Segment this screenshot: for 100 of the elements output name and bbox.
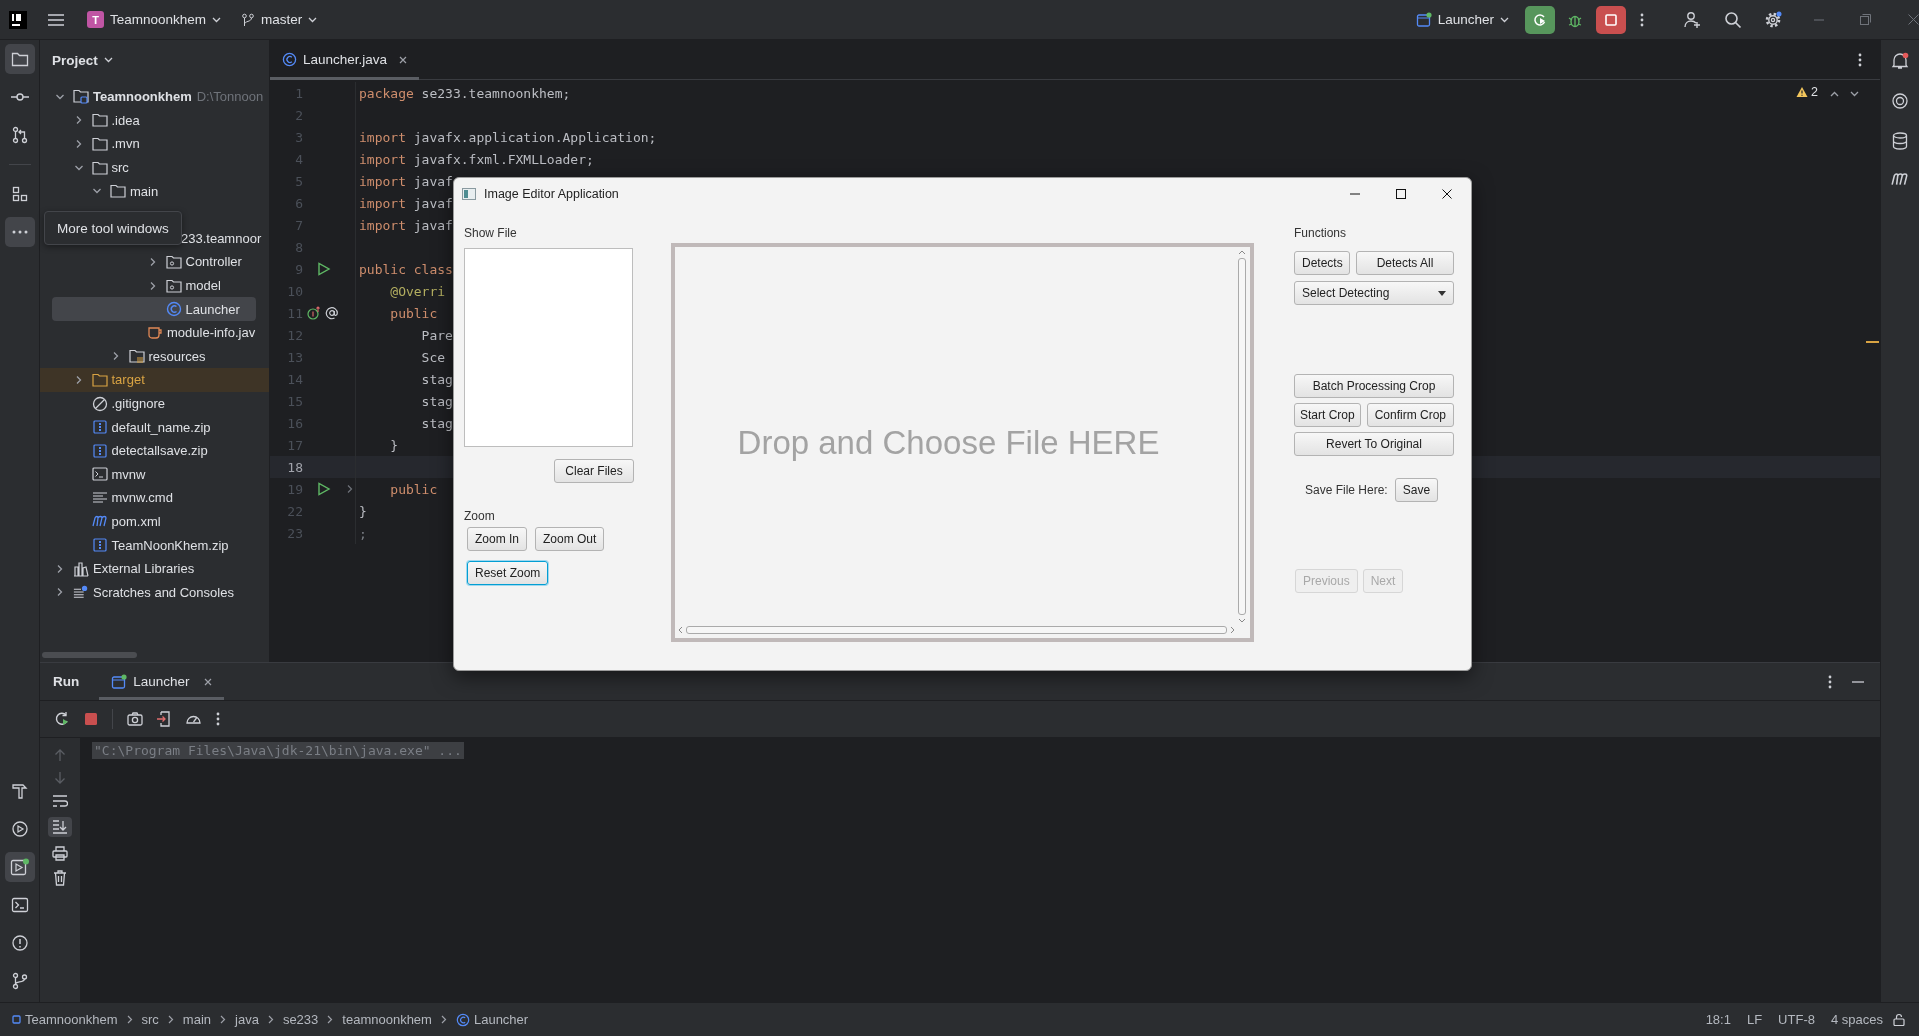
app-logo-icon[interactable] [9,10,27,29]
tree-item[interactable]: mvnw.cmd [52,486,256,510]
tree-item[interactable]: main [52,179,256,203]
play-icon[interactable] [317,262,331,276]
lock-icon[interactable] [1893,1013,1905,1026]
at-sign-icon[interactable] [325,306,339,320]
play-icon[interactable] [317,482,331,496]
chevron-up-icon[interactable] [1830,91,1839,97]
caret-down-icon[interactable] [1238,618,1246,624]
batch-crop-button[interactable]: Batch Processing Crop [1294,374,1454,398]
scrollbar-thumb[interactable] [42,652,137,658]
tree-item[interactable]: Scratches and Consoles [52,580,256,605]
tree-label: mvnw [111,466,146,482]
tree-item[interactable]: target [40,368,269,392]
search-icon[interactable] [1724,10,1742,29]
override-icon[interactable] [307,306,321,320]
project-widget[interactable]: T Teamnoonkhem [87,5,222,34]
tree-item[interactable]: .mvn [52,132,256,156]
database-icon[interactable] [1892,132,1908,150]
clear-files-button[interactable]: Clear Files [554,459,634,483]
code-line: import javaf [358,217,453,233]
wrap-icon[interactable] [52,794,68,808]
tree-item[interactable]: resources [52,344,256,369]
detects-button[interactable]: Detects [1294,251,1350,275]
chevron-icon[interactable] [55,563,65,574]
add-user-icon[interactable] [1684,10,1702,29]
more-tool-button[interactable] [4,217,35,247]
status-item[interactable]: 18:1 [1705,1012,1731,1027]
scroll-to-end-button[interactable] [48,817,72,837]
breadcrumb[interactable]: se233 [282,1012,319,1027]
branch-widget[interactable]: master [241,5,318,34]
more-icon[interactable] [216,712,220,726]
spiral-icon[interactable] [1891,92,1909,110]
breadcrumb[interactable]: src [141,1012,159,1027]
tree-item[interactable]: TeamNoonKhem.zip [52,533,256,557]
revert-button[interactable]: Revert To Original [1294,432,1454,456]
warning-counter[interactable]: 2 [1796,85,1818,99]
close-icon[interactable] [399,55,408,64]
tree-item[interactable]: .gitignore [52,391,256,416]
more-icon[interactable] [1858,52,1862,67]
maximize-icon[interactable] [1396,189,1406,199]
stop-icon[interactable] [84,712,98,726]
tree-item[interactable]: detectallsave.zip [52,438,256,463]
trash-icon[interactable] [53,870,67,886]
run-config-selector[interactable]: Launcher [1415,5,1509,34]
tree-item[interactable]: .idea [52,108,256,133]
reset-zoom-button[interactable]: Reset Zoom [467,561,549,585]
status-item[interactable]: UTF-8 [1778,1012,1815,1027]
tree-item[interactable]: External Libraries [52,556,256,581]
settings-icon[interactable] [1764,10,1782,29]
caret-left-icon[interactable] [677,626,683,634]
exit-icon[interactable] [157,711,171,727]
chevron-down-icon[interactable] [103,57,113,63]
caret-up-icon[interactable] [1238,249,1246,255]
breadcrumb[interactable]: Launcher [455,1012,529,1027]
detects-all-button[interactable]: Detects All [1356,251,1454,275]
detecting-dropdown[interactable]: Select Detecting [1294,281,1454,305]
italic-m-icon[interactable] [1891,172,1909,186]
confirm-crop-button[interactable]: Confirm Crop [1366,403,1454,427]
close-icon[interactable] [1442,189,1452,199]
chevron-icon[interactable] [55,587,65,598]
printer-icon[interactable] [52,846,68,861]
rerun-icon[interactable] [54,711,70,727]
breadcrumb[interactable]: Teamnoonkhem [12,1012,118,1027]
tree-item[interactable]: Launcher [52,297,256,321]
tree-item[interactable]: src [52,155,256,180]
more-icon[interactable] [1828,674,1832,689]
tree-item[interactable]: module-info.jav [52,320,256,345]
more-icon[interactable] [1640,12,1644,27]
run-tool-button[interactable] [4,852,35,882]
bell-icon[interactable] [1891,52,1909,70]
breadcrumb[interactable]: main [182,1012,212,1027]
panel-title[interactable]: Project [52,52,98,68]
camera-icon[interactable] [127,712,143,726]
zoom-button[interactable]: Zoom In [467,527,527,551]
caret-right-icon[interactable] [1230,626,1236,634]
restore-icon[interactable] [1860,14,1871,25]
chevron-down-icon[interactable] [1850,91,1859,97]
tree-item[interactable]: model [52,273,256,298]
breadcrumb[interactable]: teamnoonkhem [342,1012,432,1027]
stop-button[interactable] [1596,5,1626,34]
save-button[interactable]: Save [1394,478,1439,502]
zoom-button[interactable]: Zoom Out [535,527,605,551]
status-item[interactable]: 4 spaces [1830,1012,1883,1027]
tree-item[interactable]: Controller [52,250,256,274]
tree-item[interactable]: Teamnoonkhem D:\Tonnoon [52,85,264,109]
tree-label: model [185,278,221,294]
tree-item[interactable]: default_name.zip [52,415,256,439]
editor-tab[interactable]: Launcher.java [270,39,420,80]
chevron-icon[interactable] [346,484,354,494]
tree-item[interactable]: mvnw [52,462,256,487]
start-crop-button[interactable]: Start Crop [1294,403,1361,427]
menu-icon[interactable] [47,12,65,27]
rerun-button[interactable] [1525,5,1555,34]
status-item[interactable]: LF [1746,1012,1763,1027]
horizontal-scrollbar[interactable] [677,624,1236,636]
project-tool-button[interactable] [4,44,35,74]
tree-item[interactable]: pom.xml [52,509,256,534]
breadcrumb[interactable]: java [235,1012,259,1027]
vertical-scrollbar[interactable] [1236,249,1248,624]
